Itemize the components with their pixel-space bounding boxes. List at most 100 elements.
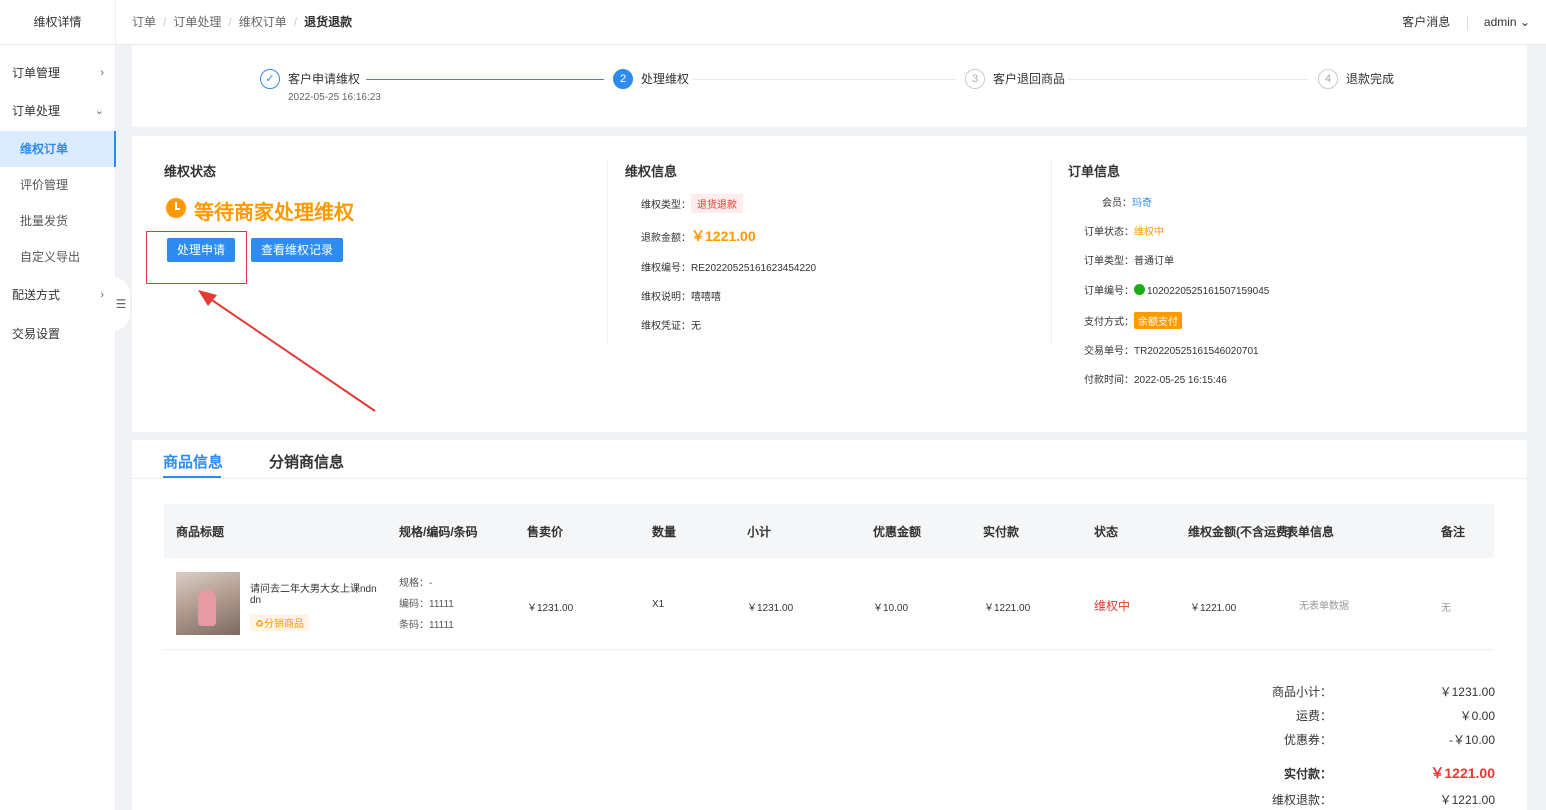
sidebar-item-label: 配送方式 — [12, 288, 61, 302]
order-status-row: 订单状态：维权中 — [1084, 223, 1164, 238]
column-header: 商品标题 — [176, 525, 225, 539]
goods-subtotal-value: ￥1231.00 — [1439, 685, 1495, 699]
user-name: admin — [1483, 15, 1517, 29]
sidebar-item-custom-export[interactable]: 自定义导出 — [0, 239, 116, 275]
step-title: 客户申请维权 — [288, 72, 361, 86]
rights-refund-label: 维权退款： — [1271, 793, 1332, 807]
breadcrumb: 订单 / 订单处理 / 维权订单 / 退货退款 — [132, 15, 353, 29]
menu-collapse-icon: ☰ — [115, 297, 127, 311]
chevron-right-icon: › — [100, 67, 104, 79]
tab-distributor-info[interactable]: 分销商信息 — [269, 451, 344, 472]
tab-divider — [132, 478, 1527, 479]
product-thumbnail — [176, 572, 240, 635]
step-title: 客户退回商品 — [993, 72, 1066, 86]
subtotal-cell: ￥1231.00 — [747, 603, 794, 614]
sidebar-item-trade-settings[interactable]: 交易设置 — [0, 316, 116, 352]
member-link[interactable]: 玛奇 — [1132, 198, 1152, 209]
sidebar-collapse-button[interactable]: ☰ — [112, 277, 130, 331]
shipping-label: 运费： — [1295, 709, 1332, 723]
order-status: 维权中 — [1134, 227, 1164, 238]
rights-type-badge: 退货退款 — [691, 194, 743, 213]
payment-method-badge: 余额支付 — [1134, 312, 1182, 329]
product-title[interactable]: 请问去二年大男大女上课ndn dn — [250, 580, 377, 606]
discount-cell: ￥10.00 — [873, 603, 909, 614]
rights-proof: 无 — [691, 321, 701, 332]
rights-refund-value: ￥1221.00 — [1439, 793, 1495, 807]
product-title-line: dn — [250, 595, 262, 606]
column-header: 规格/编码/条码 — [399, 525, 478, 539]
wechat-icon — [1134, 284, 1145, 295]
customer-messages-link[interactable]: 客户消息 — [1402, 15, 1450, 29]
rights-number: RE20220525161623454220 — [691, 263, 817, 274]
step-title: 处理维权 — [641, 72, 690, 86]
goods-tag-label: 分销商品 — [263, 619, 304, 630]
recycle-icon: ♻ — [255, 619, 264, 630]
step-connector — [366, 79, 604, 80]
refund-amount-cell: ￥1221.00 — [1190, 603, 1237, 614]
sidebar-item-batch-ship[interactable]: 批量发货 — [0, 203, 116, 239]
user-menu[interactable]: admin ⌄ — [1484, 15, 1530, 29]
chevron-down-icon: ⌄ — [1519, 15, 1530, 29]
order-number-row: 订单编号： 10202205251615071590​45 — [1084, 282, 1269, 297]
top-bar: 维权详情 订单 / 订单处理 / 维权订单 / 退货退款 客户消息 admin ⌄ — [0, 0, 1546, 45]
rights-status-text: 等待商家处理维权 — [194, 202, 354, 224]
section-divider — [1051, 160, 1052, 344]
rights-desc-row: 维权说明：嘻嘻嘻 — [641, 288, 721, 303]
distribution-goods-tag: ♻分销商品 — [250, 614, 309, 631]
refund-amount-row: 退款金额：￥1221.00 — [641, 226, 756, 246]
chevron-down-icon: ⌄ — [94, 105, 104, 117]
field-label: 订单状态： — [1084, 227, 1134, 238]
progress-steps: ✓ 客户申请维权 2022-05-25 16:16:23 2 处理维权 3 客户… — [132, 45, 1527, 127]
top-right-nav: 客户消息 admin ⌄ — [1402, 0, 1530, 45]
order-info-title: 订单信息 — [1068, 164, 1121, 179]
goods-subtotal-label: 商品小计： — [1271, 685, 1332, 699]
quantity-cell: X1 — [652, 599, 665, 610]
nav-divider — [1466, 15, 1468, 30]
paid-total-value: ￥1221.00 — [1430, 765, 1495, 781]
chevron-right-icon: › — [100, 289, 104, 301]
step-connector — [1068, 79, 1308, 80]
sidebar-item-order-management[interactable]: 订单管理 › — [0, 55, 116, 91]
goods-card: 商品信息 分销商信息 商品标题 规格/编码/条码 售卖价 数量 小计 优惠金额 … — [132, 440, 1527, 810]
column-header: 状态 — [1094, 525, 1119, 539]
sidebar-item-delivery[interactable]: 配送方式 › — [0, 277, 116, 313]
shipping-value: ￥0.00 — [1459, 709, 1495, 723]
field-label: 会员： — [1102, 198, 1132, 209]
step-title: 退款完成 — [1346, 72, 1395, 86]
clock-icon — [166, 198, 186, 218]
field-label: 交易单号： — [1084, 346, 1134, 357]
payment-time: 2022-05-25 16:15:46 — [1134, 375, 1227, 386]
rights-type-row: 维权类型： 退货退款 — [641, 194, 743, 213]
rights-info-title: 维权信息 — [625, 164, 678, 179]
step-number: 4 — [1318, 69, 1338, 89]
breadcrumb-item-current: 退货退款 — [304, 15, 353, 29]
refund-amount: ￥1221.00 — [691, 228, 756, 244]
view-rights-records-button[interactable]: 查看维权记录 — [251, 238, 344, 262]
code-value: 编码：11111 — [399, 599, 454, 610]
breadcrumb-item-order[interactable]: 订单 — [132, 15, 156, 29]
order-type: 普通订单 — [1134, 256, 1174, 267]
sidebar-item-order-processing[interactable]: 订单处理 ⌄ — [0, 93, 116, 129]
coupon-value: -￥10.00 — [1448, 733, 1495, 747]
spec-value: 规格：- — [399, 578, 433, 589]
product-title-line: 请问去二年大男大女上课ndn — [250, 584, 377, 595]
field-label: 维权编号： — [641, 263, 691, 274]
page-brand-title: 维权详情 — [0, 0, 116, 45]
tab-goods-info[interactable]: 商品信息 — [163, 451, 223, 472]
field-label: 订单类型： — [1084, 256, 1134, 267]
table-header: 商品标题 规格/编码/条码 售卖价 数量 小计 优惠金额 实付款 状态 维权金额… — [164, 504, 1494, 558]
breadcrumb-item-order-process[interactable]: 订单处理 — [173, 15, 221, 29]
breadcrumb-item-rights-orders[interactable]: 维权订单 — [239, 15, 287, 29]
sidebar-item-reviews[interactable]: 评价管理 — [0, 167, 116, 203]
rights-info-card: 维权状态 等待商家处理维权 处理申请 查看维权记录 维权信息 维权类型： 退货退款… — [132, 136, 1527, 432]
trade-number: TR20220525161546020701 — [1134, 346, 1259, 357]
column-header: 维权金额(不含运费) — [1188, 525, 1292, 539]
column-header: 实付款 — [983, 525, 1020, 539]
field-label: 退款金额： — [641, 233, 691, 244]
order-type-row: 订单类型：普通订单 — [1084, 252, 1174, 267]
sidebar-item-rights-orders[interactable]: 维权订单 — [0, 131, 116, 167]
column-header: 表单信息 — [1286, 525, 1335, 539]
step-number: 2 — [613, 69, 633, 89]
field-label: 订单编号： — [1084, 286, 1134, 297]
field-label: 维权凭证： — [641, 321, 691, 332]
